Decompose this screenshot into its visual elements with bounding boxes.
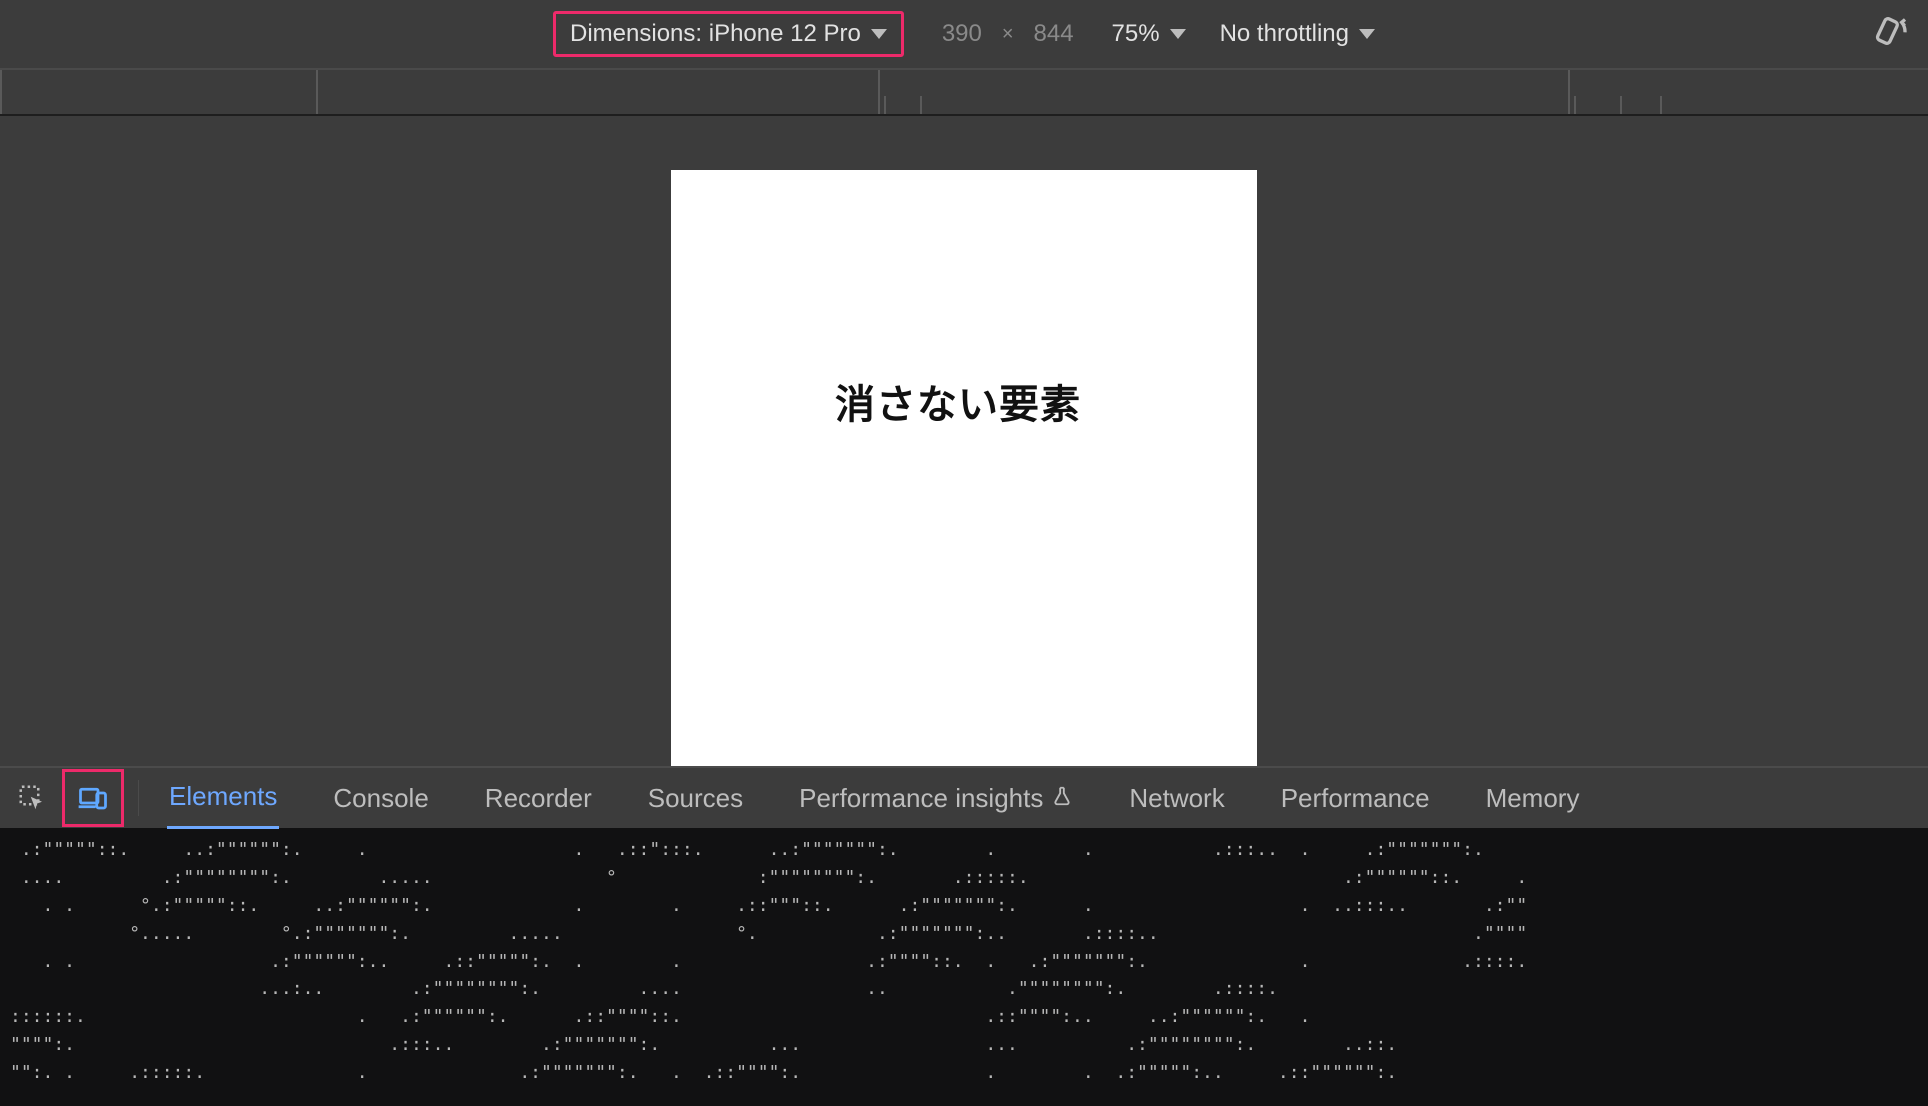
flask-icon	[1051, 783, 1073, 813]
zoom-value: 75%	[1112, 20, 1160, 48]
tab-memory[interactable]: Memory	[1484, 769, 1582, 828]
tab-network[interactable]: Network	[1127, 769, 1226, 828]
zoom-dropdown[interactable]: 75%	[1112, 20, 1186, 48]
ruler[interactable]	[0, 68, 1928, 116]
elements-panel[interactable]: .:"""""::. ..:"""""":. . . .::":::. ..:"…	[0, 828, 1928, 1106]
toggle-device-toolbar-highlight	[62, 769, 124, 827]
throttling-value: No throttling	[1220, 20, 1349, 48]
dimensions-label: Dimensions: iPhone 12 Pro	[570, 20, 861, 48]
ruler-tick	[316, 70, 318, 116]
inspect-element-button[interactable]	[6, 774, 58, 822]
dimension-separator: ×	[1002, 23, 1014, 46]
ruler-tick	[0, 70, 2, 116]
device-toolbar: Dimensions: iPhone 12 Pro 390 × 844 75% …	[0, 0, 1928, 68]
tab-performance-insights[interactable]: Performance insights	[797, 769, 1075, 828]
toggle-device-toolbar-button[interactable]	[67, 774, 119, 822]
tab-elements[interactable]: Elements	[167, 767, 279, 829]
tab-recorder[interactable]: Recorder	[483, 769, 594, 828]
throttling-dropdown[interactable]: No throttling	[1220, 20, 1375, 48]
inspect-icon	[17, 783, 47, 813]
devtools-tabbar: Elements Console Recorder Sources Performanc…	[0, 766, 1928, 828]
ruler-tick	[884, 96, 886, 116]
ruler-tick	[1568, 70, 1570, 116]
ruler-tick	[1574, 96, 1576, 116]
dimensions-dropdown[interactable]: Dimensions: iPhone 12 Pro	[553, 11, 904, 57]
rotate-icon	[1870, 14, 1910, 54]
chevron-down-icon	[1359, 29, 1375, 39]
device-width-input[interactable]: 390	[938, 20, 986, 48]
chevron-down-icon	[871, 29, 887, 39]
separator	[138, 780, 139, 816]
devtools-tabs: Elements Console Recorder Sources Performanc…	[153, 767, 1581, 829]
ruler-tick	[1660, 96, 1662, 116]
tab-performance[interactable]: Performance	[1279, 769, 1432, 828]
chevron-down-icon	[1170, 29, 1186, 39]
tab-console[interactable]: Console	[331, 769, 430, 828]
rotate-button[interactable]	[1870, 14, 1910, 54]
ruler-tick	[920, 96, 922, 116]
tab-sources[interactable]: Sources	[646, 769, 745, 828]
ruler-tick	[1620, 96, 1622, 116]
device-size-inputs: 390 × 844	[938, 20, 1078, 48]
ruler-tick	[878, 70, 880, 116]
device-viewport-area: 消さない要素	[0, 116, 1928, 766]
device-frame[interactable]: 消さない要素	[671, 170, 1257, 766]
devices-icon	[78, 783, 108, 813]
device-height-input[interactable]: 844	[1030, 20, 1078, 48]
page-heading: 消さない要素	[835, 370, 1081, 440]
